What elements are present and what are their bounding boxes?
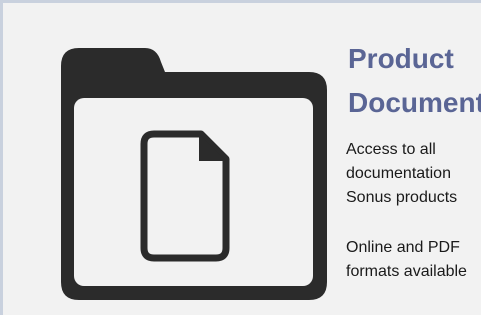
card-title: Product Documentation	[348, 37, 481, 125]
formats-line-1: Online and PDF	[346, 239, 460, 256]
formats-line-2: formats available	[346, 263, 467, 280]
card-description: Access to all documentation Sonus produc…	[346, 138, 481, 210]
card-formats-note: Online and PDF formats available	[346, 236, 481, 284]
card-title-line2: Documentation	[348, 87, 481, 118]
description-line-1: Access to all	[346, 141, 436, 158]
description-line-2: documentation	[346, 165, 451, 182]
card-title-line1: Product	[348, 43, 454, 74]
description-line-3: Sonus products	[346, 189, 458, 206]
product-documentation-card[interactable]: Product Documentation Access to all docu…	[0, 0, 481, 315]
folder-with-document-icon	[61, 48, 327, 300]
